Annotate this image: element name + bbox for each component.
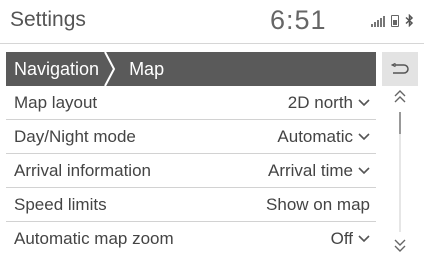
setting-value[interactable]: Automatic [277, 127, 370, 147]
setting-value[interactable]: Arrival time [268, 161, 370, 181]
chevron-down-icon [358, 166, 370, 174]
chevron-down-icon [358, 132, 370, 140]
setting-value-text: Off [330, 229, 353, 248]
setting-label: Day/Night mode [14, 126, 136, 146]
setting-value[interactable]: Show on map [266, 195, 370, 215]
setting-label: Arrival information [14, 160, 151, 180]
setting-row-speed-limits[interactable]: Speed limits Show on map [6, 188, 376, 222]
settings-list: Map layout 2D north Day/Night mode Autom… [6, 86, 376, 256]
setting-row-arrival-information[interactable]: Arrival information Arrival time [6, 154, 376, 188]
scroll-up-icon[interactable] [394, 90, 406, 104]
signal-icon [371, 15, 385, 27]
setting-value-text: 2D north [287, 92, 353, 112]
back-button[interactable] [382, 52, 418, 86]
setting-value-text: Arrival time [267, 160, 353, 180]
scroll-track[interactable] [399, 112, 401, 232]
setting-row-automatic-map-zoom[interactable]: Automatic map zoom Off [6, 222, 376, 256]
setting-row-map-layout[interactable]: Map layout 2D north [6, 86, 376, 120]
status-icons [371, 14, 414, 27]
bluetooth-icon [405, 14, 414, 27]
scroll-thumb[interactable] [399, 112, 401, 134]
setting-label: Automatic map zoom [14, 229, 174, 248]
status-bar: Settings 6:51 [0, 0, 424, 44]
setting-value-text: Automatic [277, 126, 353, 146]
breadcrumb: Navigation Map [6, 52, 376, 86]
setting-value[interactable]: Off [331, 229, 370, 249]
setting-value[interactable]: 2D north [288, 93, 370, 113]
back-icon [391, 63, 409, 74]
chevron-down-icon [358, 98, 370, 106]
breadcrumb-navigation[interactable]: Navigation [6, 52, 117, 86]
app-title: Settings [10, 8, 86, 31]
scrollbar[interactable] [382, 86, 418, 258]
battery-icon [391, 15, 399, 27]
settings-screen: Settings 6:51 Navigation Map Map layout [0, 0, 424, 262]
setting-label: Map layout [14, 92, 98, 112]
breadcrumb-map: Map [129, 58, 165, 79]
setting-value-text: Show on map [266, 194, 370, 214]
clock: 6:51 [270, 5, 327, 35]
setting-row-day-night-mode[interactable]: Day/Night mode Automatic [6, 120, 376, 154]
scroll-down-icon[interactable] [394, 238, 406, 252]
breadcrumb-separator-icon [104, 52, 116, 86]
chevron-down-icon [358, 235, 370, 243]
setting-label: Speed limits [14, 194, 107, 214]
